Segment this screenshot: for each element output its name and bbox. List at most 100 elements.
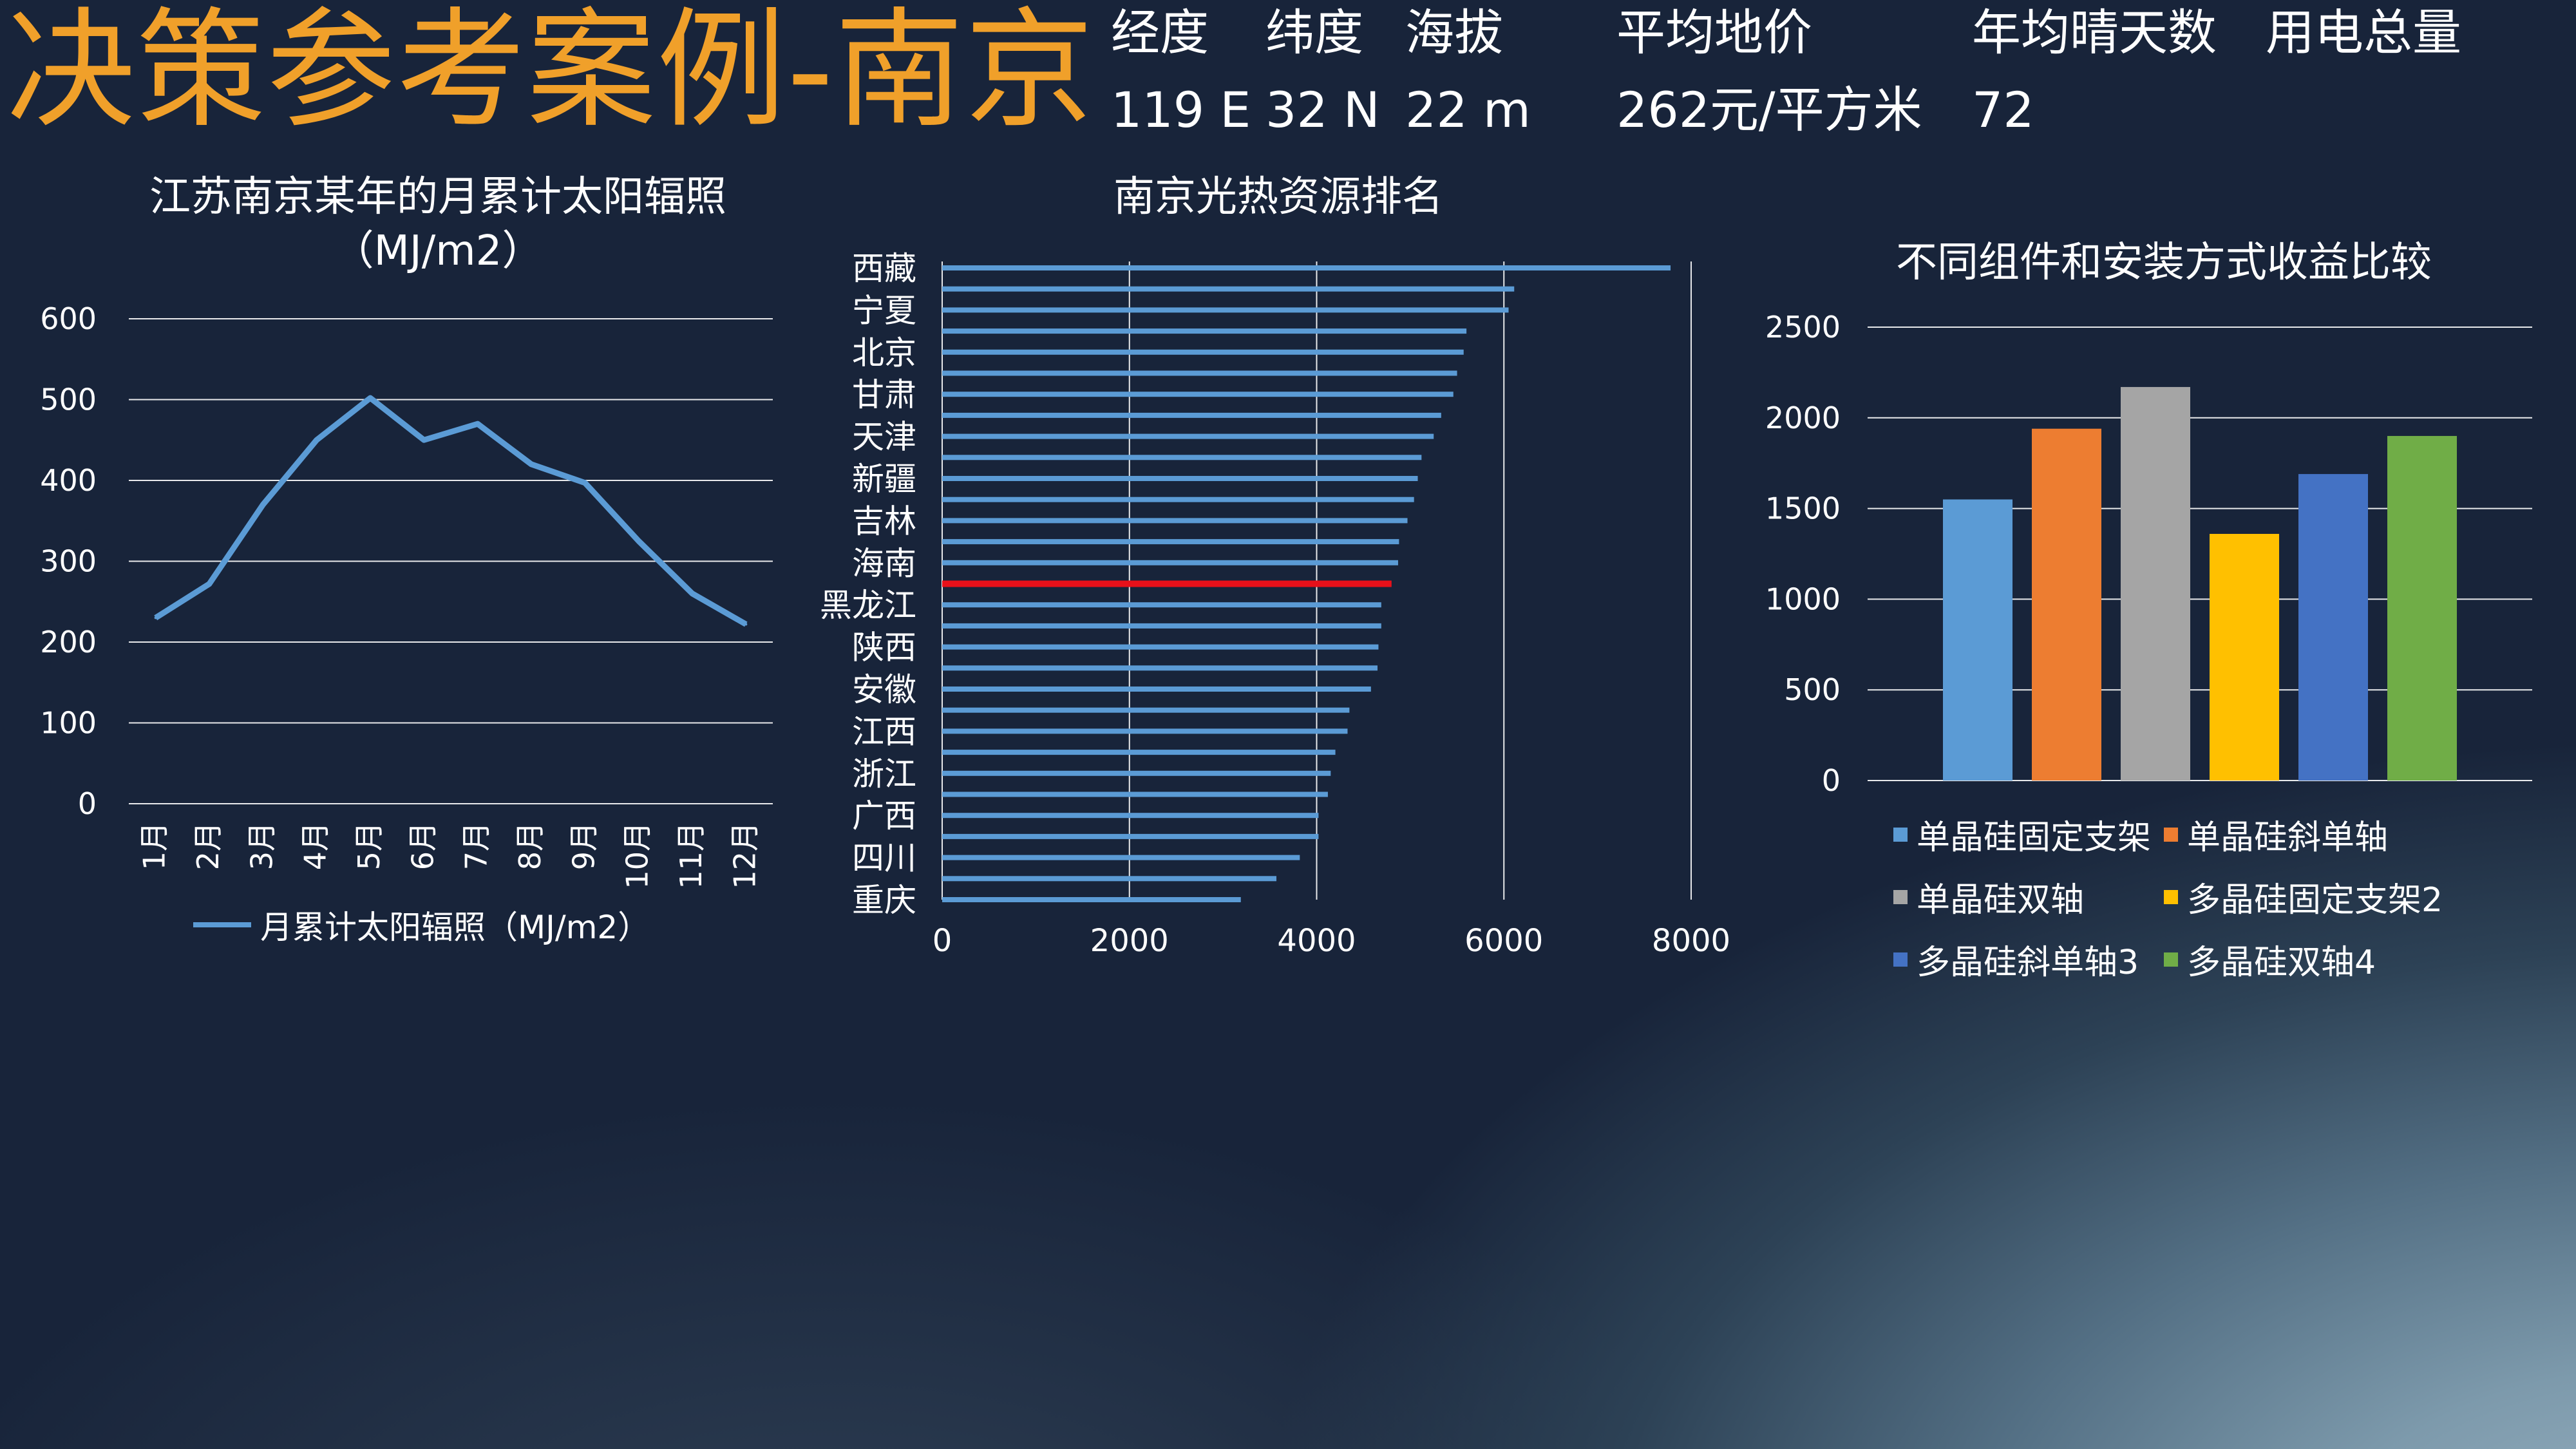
ranking-bar xyxy=(942,370,1457,376)
legend-label: 多晶硅双轴4 xyxy=(2187,943,2376,982)
ranking-bar xyxy=(942,307,1509,313)
comparison-legend-item: 单晶硅双轴 xyxy=(1893,873,2164,921)
legend-label: 单晶硅固定支架 xyxy=(1917,819,2152,857)
line-chart-x-tick: 11月 xyxy=(674,822,708,889)
ranking-bar xyxy=(942,813,1319,819)
ranking-bar xyxy=(942,412,1441,418)
line-chart-x-tick: 2月 xyxy=(191,822,225,870)
line-chart-x-tick: 1月 xyxy=(137,822,172,870)
line-chart-x-tick: 7月 xyxy=(459,822,494,870)
ranking-chart: 0 2000 4000 6000 8000 西藏宁夏北京甘肃天津新疆吉林海南黑龙江陕西安徽… xyxy=(820,251,1730,959)
info-label-power-use: 用电总量 xyxy=(2266,4,2461,61)
legend-swatch xyxy=(2164,889,2178,904)
ranking-bar xyxy=(942,623,1381,629)
ranking-bar xyxy=(942,897,1241,902)
legend-swatch xyxy=(1893,952,1908,967)
line-chart-point xyxy=(637,540,640,543)
line-chart-x-tick: 8月 xyxy=(513,822,547,870)
ranking-bar-nanjing xyxy=(942,580,1392,587)
line-chart-title: 江苏南京某年的月累计太阳辐照（MJ/m2） xyxy=(149,173,726,275)
legend-line-label: 月累计太阳辐照（MJ/m2） xyxy=(260,909,650,946)
line-chart-y-tick: 0 xyxy=(78,786,97,821)
info-value-latitude: 32 N xyxy=(1265,81,1380,138)
comparison-legend-item: 多晶硅双轴4 xyxy=(2164,935,2473,983)
comparison-y-tick: 1500 xyxy=(1765,491,1841,526)
ranking-y-label: 江西 xyxy=(852,713,916,750)
ranking-bar xyxy=(942,602,1381,608)
line-chart-y-tick: 100 xyxy=(40,706,97,741)
ranking-y-label: 陕西 xyxy=(852,629,916,667)
line-chart-point xyxy=(369,396,372,399)
ranking-x-tick: 6000 xyxy=(1464,923,1543,959)
ranking-y-label: 吉林 xyxy=(852,502,916,540)
legend-line-swatch xyxy=(193,922,251,927)
info-label-longitude: 经度 xyxy=(1111,4,1209,61)
legend-label: 多晶硅斜单轴3 xyxy=(1917,943,2139,982)
comparison-y-tick: 2500 xyxy=(1765,310,1841,345)
ranking-y-label: 黑龙江 xyxy=(820,587,916,624)
legend-swatch xyxy=(1893,827,1908,842)
info-label-altitude: 海拔 xyxy=(1405,4,1503,61)
line-chart-point xyxy=(583,481,587,484)
info-value-land-price: 262元/平方米 xyxy=(1616,81,1922,138)
comparison-chart: 0 500 1000 1500 2000 2500 xyxy=(1765,310,2532,798)
info-value-sunny-days: 72 xyxy=(1972,81,2034,138)
legend-swatch xyxy=(1893,889,1908,904)
info-value-altitude: 22 m xyxy=(1405,81,1531,138)
ranking-bar xyxy=(942,476,1418,481)
ranking-bar xyxy=(942,644,1379,650)
ranking-bar xyxy=(942,728,1348,734)
info-label-latitude: 纬度 xyxy=(1265,4,1363,61)
ranking-bar xyxy=(942,665,1378,671)
ranking-bar xyxy=(942,265,1671,270)
info-value-longitude: 119 E xyxy=(1111,81,1251,138)
comparison-bar xyxy=(2210,534,2279,781)
comparison-bar xyxy=(2121,386,2190,781)
legend-label: 单晶硅斜单轴 xyxy=(2187,819,2389,857)
ranking-y-label: 天津 xyxy=(852,419,916,456)
line-chart-y-tick: 500 xyxy=(40,383,97,417)
ranking-bar xyxy=(942,833,1319,839)
line-chart-x-tick: 9月 xyxy=(566,822,601,870)
line-chart-point xyxy=(261,503,265,506)
line-chart-x-tick: 3月 xyxy=(244,822,279,870)
line-chart-point xyxy=(476,422,479,426)
line-chart-legend: 月累计太阳辐照（MJ/m2） xyxy=(193,902,650,948)
comparison-y-tick: 0 xyxy=(1822,763,1841,798)
ranking-y-label: 四川 xyxy=(852,840,916,877)
ranking-bar xyxy=(942,328,1467,334)
line-chart-point xyxy=(315,439,318,442)
line-chart-y-tick: 600 xyxy=(40,301,97,336)
line-chart-y-tick: 400 xyxy=(40,463,97,498)
comparison-legend-item: 单晶硅斜单轴 xyxy=(2164,810,2473,858)
line-chart-series xyxy=(154,395,748,627)
comparison-bar xyxy=(2298,474,2368,781)
ranking-x-tick: 4000 xyxy=(1277,923,1356,959)
ranking-bar xyxy=(942,518,1408,524)
legend-label: 多晶硅固定支架2 xyxy=(2187,881,2443,920)
line-chart-point xyxy=(208,582,211,585)
comparison-legend-item: 多晶硅斜单轴3 xyxy=(1893,935,2164,983)
page-title: 决策参考案例-南京 xyxy=(6,0,1095,146)
comparison-chart-title: 不同组件和安装方式收益比较 xyxy=(1896,239,2432,287)
ranking-bar xyxy=(942,349,1464,355)
ranking-bar xyxy=(942,750,1336,755)
ranking-bar xyxy=(942,455,1422,460)
ranking-y-label: 北京 xyxy=(852,334,916,372)
ranking-x-tick: 8000 xyxy=(1652,923,1730,959)
ranking-bar xyxy=(942,876,1276,882)
ranking-bar xyxy=(942,707,1350,713)
ranking-y-label: 新疆 xyxy=(852,460,916,498)
ranking-bar xyxy=(942,497,1414,502)
comparison-legend-item: 多晶硅固定支架2 xyxy=(2164,873,2473,921)
ranking-x-tick: 0 xyxy=(933,923,952,959)
ranking-y-label: 甘肃 xyxy=(852,376,916,413)
line-chart-point xyxy=(530,462,533,466)
ranking-bar xyxy=(942,791,1328,797)
comparison-bar xyxy=(1943,499,2012,781)
comparison-chart-legend: 单晶硅固定支架 单晶硅斜单轴 单晶硅双轴 多晶硅固定支架2 多晶硅斜单轴3 多晶硅双轴4 xyxy=(1893,810,2473,983)
line-chart-x-tick: 5月 xyxy=(352,822,386,870)
ranking-y-label: 广西 xyxy=(852,797,916,835)
line-chart-point xyxy=(422,439,426,442)
ranking-chart-title: 南京光热资源排名 xyxy=(1113,173,1443,221)
